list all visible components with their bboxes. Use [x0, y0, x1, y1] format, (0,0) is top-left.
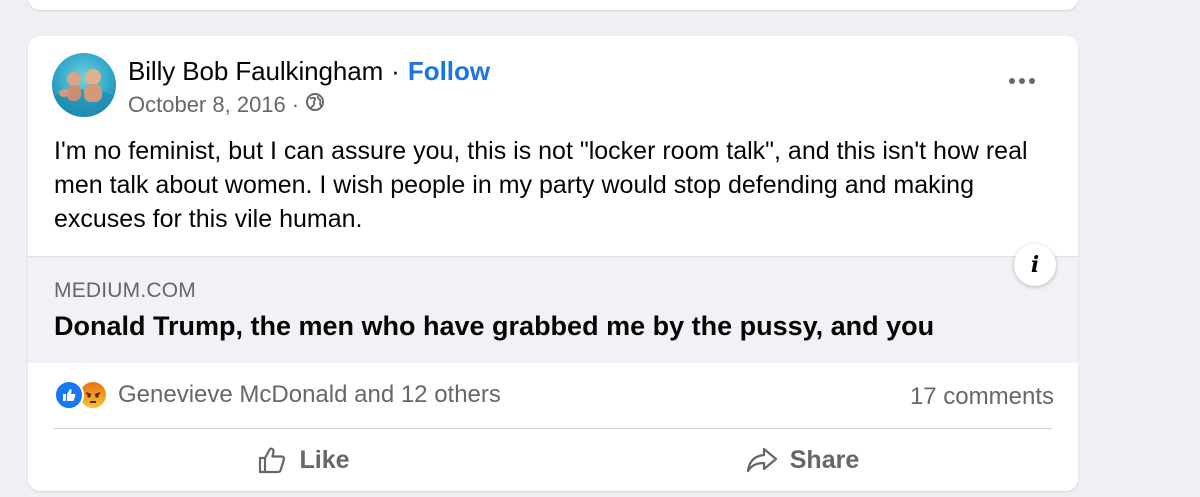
link-preview[interactable]: MEDIUM.COM Donald Trump, the men who hav…: [28, 256, 1078, 363]
link-title[interactable]: Donald Trump, the men who have grabbed m…: [54, 311, 934, 342]
reactors-text[interactable]: Genevieve McDonald and 12 others: [118, 381, 501, 409]
avatar[interactable]: [52, 53, 116, 117]
link-domain: MEDIUM.COM: [54, 279, 196, 302]
author-name[interactable]: Billy Bob Faulkingham: [128, 56, 383, 87]
post-date[interactable]: October 8, 2016: [128, 92, 286, 118]
like-reaction-icon: [54, 380, 84, 410]
more-options-icon[interactable]: [1002, 66, 1042, 96]
share-arrow-icon: [746, 447, 777, 473]
previous-post-card: [28, 0, 1078, 10]
share-button[interactable]: Share: [553, 432, 1052, 488]
like-button[interactable]: Like: [54, 432, 553, 488]
comments-count[interactable]: 17 comments: [910, 383, 1054, 411]
actions-divider: [54, 428, 1052, 429]
info-icon[interactable]: i: [1014, 244, 1056, 286]
action-bar: Like Share: [54, 432, 1052, 488]
share-label: Share: [789, 445, 860, 474]
globe-icon: [305, 92, 325, 118]
reactions-summary[interactable]: Genevieve McDonald and 12 others: [54, 380, 501, 410]
post-header: Billy Bob Faulkingham · Follow: [128, 56, 490, 87]
like-label: Like: [299, 445, 350, 474]
meta-separator: ·: [291, 92, 300, 117]
post-card: Billy Bob Faulkingham · Follow October 8…: [28, 36, 1078, 491]
follow-button[interactable]: Follow: [408, 56, 490, 87]
thumbs-up-icon: [259, 447, 286, 474]
post-text: I'm no feminist, but I can assure you, t…: [54, 137, 1028, 233]
header-separator: ·: [391, 56, 400, 86]
post-meta: October 8, 2016 ·: [128, 92, 325, 118]
reaction-icons: [54, 380, 108, 410]
